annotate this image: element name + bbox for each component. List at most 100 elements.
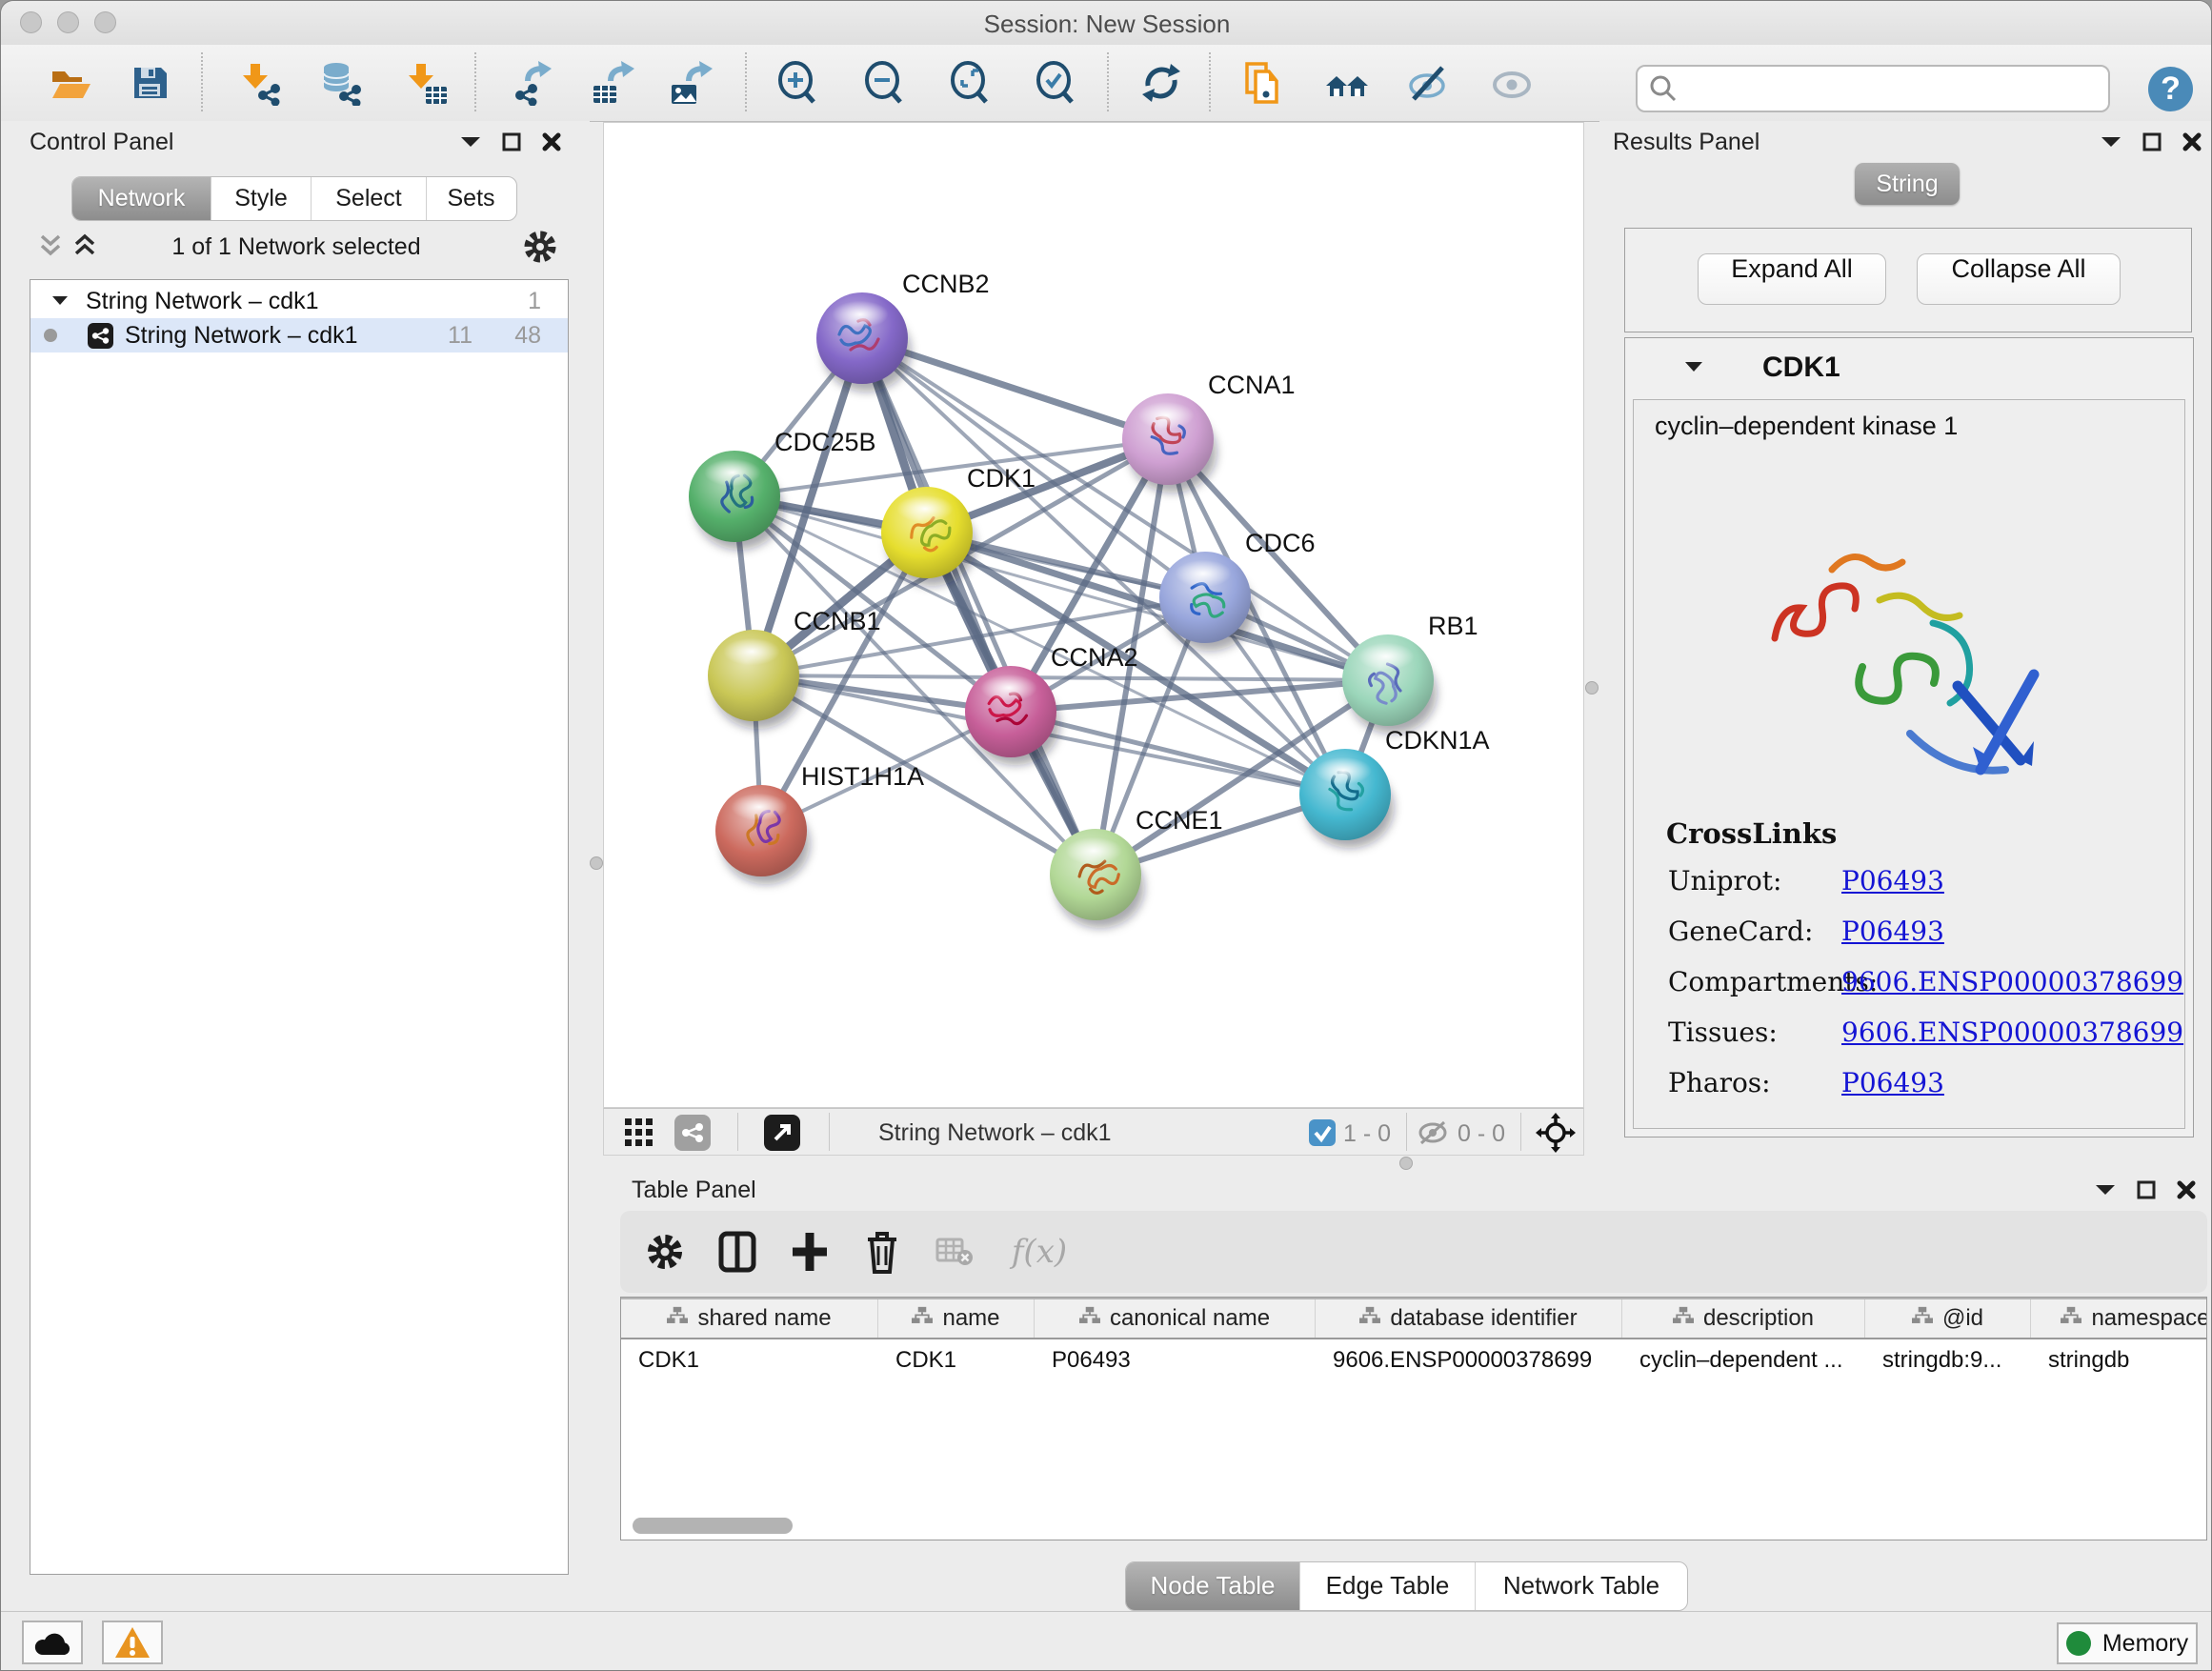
expand-all-button[interactable]: Expand All [1698,253,1886,305]
refresh-icon[interactable] [1135,56,1188,110]
network-node-CCNA1[interactable]: CCNA1 [1122,371,1296,493]
crosslink-link-genecard[interactable]: P06493 [1841,916,1944,947]
network-view-canvas[interactable]: CCNB2CCNA1CDC25BCDK1CDC6RB1CCNB1CCNA2CDK… [603,122,1584,1108]
zoom-selected-icon[interactable] [1029,56,1082,110]
show-columns-icon[interactable] [714,1228,761,1276]
left-splitter-handle[interactable] [590,856,603,870]
tab-node-table[interactable]: Node Table [1126,1562,1299,1610]
panel-menu-icon[interactable] [2101,135,2122,149]
export-table-icon[interactable] [586,56,639,110]
network-options-gear-icon[interactable] [523,230,557,264]
copy-network-icon[interactable] [1237,56,1291,110]
close-panel-icon[interactable] [2177,1180,2196,1199]
selected-nodes-checkbox-icon[interactable] [1309,1119,1336,1146]
crosslink-link-compartments[interactable]: 9606.ENSP00000378699 [1841,966,2183,997]
collapse-all-networks-icon[interactable] [39,233,62,260]
collection-expander-icon[interactable] [51,295,69,307]
table-cell[interactable]: P06493 [1035,1347,1316,1374]
delete-column-trash-icon[interactable] [858,1228,906,1276]
tab-style[interactable]: Style [211,177,311,220]
float-panel-icon[interactable] [2142,132,2162,151]
table-cell[interactable]: CDK1 [878,1347,1035,1374]
table-cell[interactable]: 9606.ENSP00000378699 [1316,1347,1622,1374]
string-network-icon [88,323,113,349]
float-panel-icon[interactable] [502,132,521,151]
import-network-from-database-icon[interactable] [313,56,367,110]
column-header-database-identifier[interactable]: database identifier [1316,1299,1622,1338]
table-cell[interactable]: stringdb:9... [1865,1347,2031,1374]
table-row[interactable]: CDK1CDK1P064939606.ENSP00000378699cyclin… [621,1339,2206,1381]
save-session-icon[interactable] [123,56,176,110]
network-collection-row[interactable]: String Network – cdk1 1 [30,284,568,318]
column-header-name[interactable]: name [878,1299,1035,1338]
export-image-icon[interactable] [664,56,717,110]
network-row-selected[interactable]: String Network – cdk1 11 48 [30,318,568,352]
search-input[interactable] [1687,74,2108,103]
import-network-from-file-icon[interactable] [233,56,287,110]
tab-select[interactable]: Select [311,177,426,220]
help-icon[interactable]: ? [2148,67,2193,111]
open-in-browser-icon[interactable] [764,1115,800,1151]
crosslink-link-tissues[interactable]: 9606.ENSP00000378699 [1841,1017,2183,1048]
close-panel-icon[interactable] [2182,132,2202,151]
hide-graphics-details-icon[interactable] [1402,56,1456,110]
application-window: Session: New Session [0,0,2212,1671]
fit-selected-crosshair-icon[interactable] [1536,1113,1576,1153]
zoom-out-icon[interactable] [857,56,911,110]
column-header-@id[interactable]: @id [1865,1299,2031,1338]
collapse-entry-icon[interactable] [1684,361,1703,373]
horizontal-splitter-handle[interactable] [1399,1157,1413,1170]
table-options-gear-icon[interactable] [641,1228,689,1276]
table-cell[interactable]: stringdb [2031,1347,2207,1374]
node-card-header[interactable]: CDK1 [1625,338,2193,397]
table-cell[interactable]: CDK1 [621,1347,878,1374]
search-box[interactable] [1636,65,2110,112]
crosslink-link-uniprot[interactable]: P06493 [1841,865,1944,896]
zoom-in-icon[interactable] [771,56,824,110]
close-panel-icon[interactable] [542,132,561,151]
tab-sets[interactable]: Sets [426,177,515,220]
network-tree: String Network – cdk1 1 String Network –… [30,279,569,1575]
show-graphics-details-icon[interactable] [1485,56,1538,110]
tab-network-table[interactable]: Network Table [1475,1562,1687,1610]
network-graph[interactable]: CCNB2CCNA1CDC25BCDK1CDC6RB1CCNB1CCNA2CDK… [604,123,1583,1107]
network-edge-RB1-CCNB1[interactable] [754,675,1388,680]
network-node-HIST1H1A[interactable]: HIST1H1A [715,762,924,884]
network-node-RB1[interactable]: RB1 [1342,612,1478,734]
memory-button[interactable]: Memory [2057,1622,2198,1664]
open-session-icon[interactable] [43,56,96,110]
expand-all-networks-icon[interactable] [73,233,96,260]
results-panel: Results Panel String Expand All Collapse… [1599,121,2212,1169]
column-header-shared-name[interactable]: shared name [621,1299,878,1338]
table-cell[interactable]: cyclin–dependent ... [1622,1347,1865,1374]
homes-icon[interactable] [1320,56,1374,110]
crosslink-link-pharos[interactable]: P06493 [1841,1067,1944,1098]
delete-table-icon [931,1228,978,1276]
panel-menu-icon[interactable] [2095,1183,2116,1197]
hidden-elements-eye-icon[interactable] [1418,1120,1452,1145]
network-edge-CCNB2-CCNE1[interactable] [862,338,1096,875]
right-splitter-handle[interactable] [1585,681,1599,695]
tab-string[interactable]: String [1855,163,1960,205]
sort-network-icon [1912,1305,1933,1332]
column-header-canonical-name[interactable]: canonical name [1035,1299,1316,1338]
birds-eye-view-icon[interactable] [625,1118,654,1147]
column-header-namespace[interactable]: namespace [2031,1299,2207,1338]
add-column-icon[interactable] [786,1228,834,1276]
warnings-button[interactable] [102,1621,163,1664]
collapse-all-button[interactable]: Collapse All [1917,253,2121,305]
cloud-status-button[interactable] [22,1621,83,1664]
horizontal-scrollbar[interactable] [633,1518,793,1534]
network-node-CDKN1A[interactable]: CDKN1A [1299,726,1490,848]
crosslink-label: Pharos: [1668,1067,1841,1098]
float-panel-icon[interactable] [2137,1180,2156,1199]
export-network-icon[interactable] [503,56,556,110]
column-header-description[interactable]: description [1622,1299,1865,1338]
import-table-from-file-icon[interactable] [399,56,452,110]
panel-menu-icon[interactable] [460,135,481,149]
string-view-icon[interactable] [674,1115,711,1151]
zoom-fit-icon[interactable] [943,56,996,110]
tab-edge-table[interactable]: Edge Table [1299,1562,1475,1610]
network-node-CDK1[interactable]: CDK1 [881,464,1036,586]
tab-network[interactable]: Network [72,177,211,220]
